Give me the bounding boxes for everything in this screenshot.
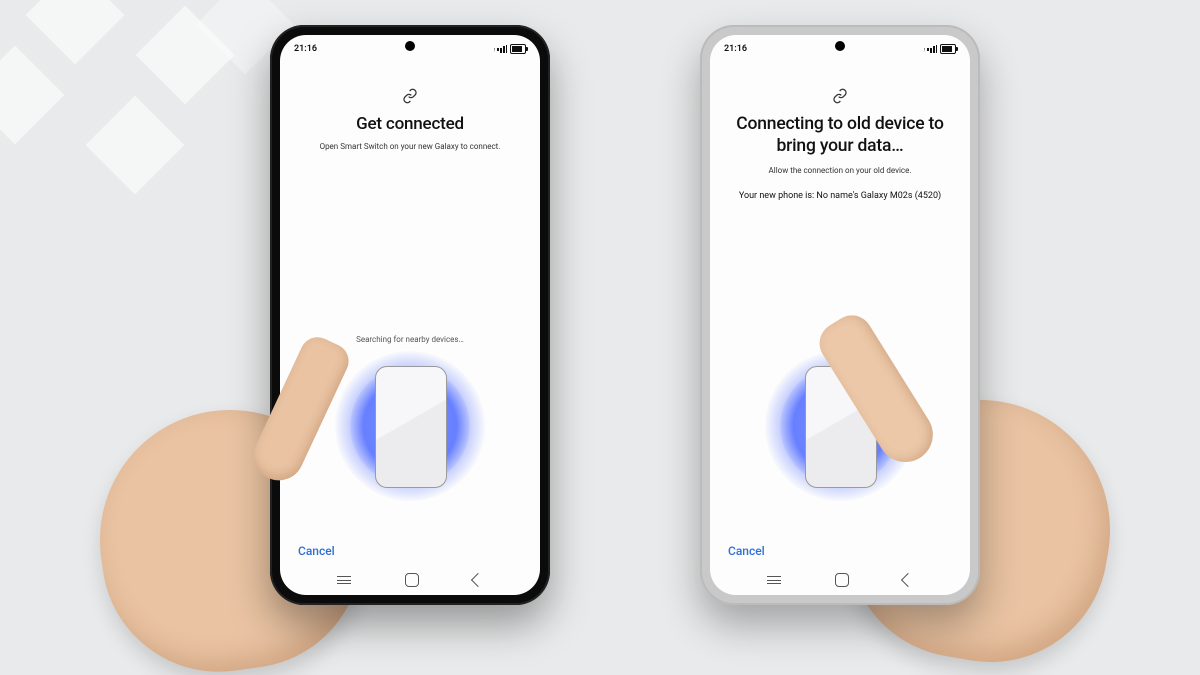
scene: 21:16 Get connected Open Smart Switch on… [0, 0, 1200, 675]
bg-tile [26, 0, 125, 64]
wifi-icon [914, 44, 924, 54]
device-outline-icon [375, 366, 447, 488]
main-content: Connecting to old device to bring your d… [710, 60, 970, 526]
recents-icon[interactable] [337, 576, 351, 584]
searching-label: Searching for nearby devices… [356, 335, 464, 344]
page-subtitle: Allow the connection on your old device. [769, 166, 912, 175]
signal-icon [927, 45, 937, 53]
footer: Cancel [710, 526, 970, 565]
connecting-graphic [770, 356, 910, 496]
back-icon[interactable] [901, 573, 915, 587]
bg-tile [0, 46, 64, 145]
device-outline-icon [805, 366, 877, 488]
link-icon [832, 88, 848, 104]
bg-tile [86, 96, 185, 195]
searching-graphic [340, 356, 480, 496]
link-icon [402, 88, 418, 104]
page-subtitle: Open Smart Switch on your new Galaxy to … [320, 142, 501, 151]
phone-old-device: 21:16 Get connected Open Smart Switch on… [270, 25, 550, 605]
home-icon[interactable] [405, 573, 419, 587]
battery-icon [510, 44, 526, 54]
phone-new-device: 21:16 Connecting to old device to bring … [700, 25, 980, 605]
page-title: Connecting to old device to bring your d… [726, 114, 954, 158]
footer: Cancel [280, 526, 540, 565]
recents-icon[interactable] [767, 576, 781, 584]
nav-bar [280, 565, 540, 595]
screen-new: 21:16 Connecting to old device to bring … [710, 35, 970, 595]
cancel-button[interactable]: Cancel [728, 544, 765, 558]
wifi-icon [484, 44, 494, 54]
device-name-line: Your new phone is: No name's Galaxy M02s… [739, 191, 941, 201]
front-camera [405, 41, 415, 51]
home-icon[interactable] [835, 573, 849, 587]
status-time: 21:16 [294, 44, 317, 54]
nav-bar [710, 565, 970, 595]
page-title: Get connected [356, 114, 464, 134]
back-icon[interactable] [471, 573, 485, 587]
front-camera [835, 41, 845, 51]
screen-old: 21:16 Get connected Open Smart Switch on… [280, 35, 540, 595]
signal-icon [497, 45, 507, 53]
status-time: 21:16 [724, 44, 747, 54]
battery-icon [940, 44, 956, 54]
cancel-button[interactable]: Cancel [298, 544, 335, 558]
main-content: Get connected Open Smart Switch on your … [280, 60, 540, 526]
